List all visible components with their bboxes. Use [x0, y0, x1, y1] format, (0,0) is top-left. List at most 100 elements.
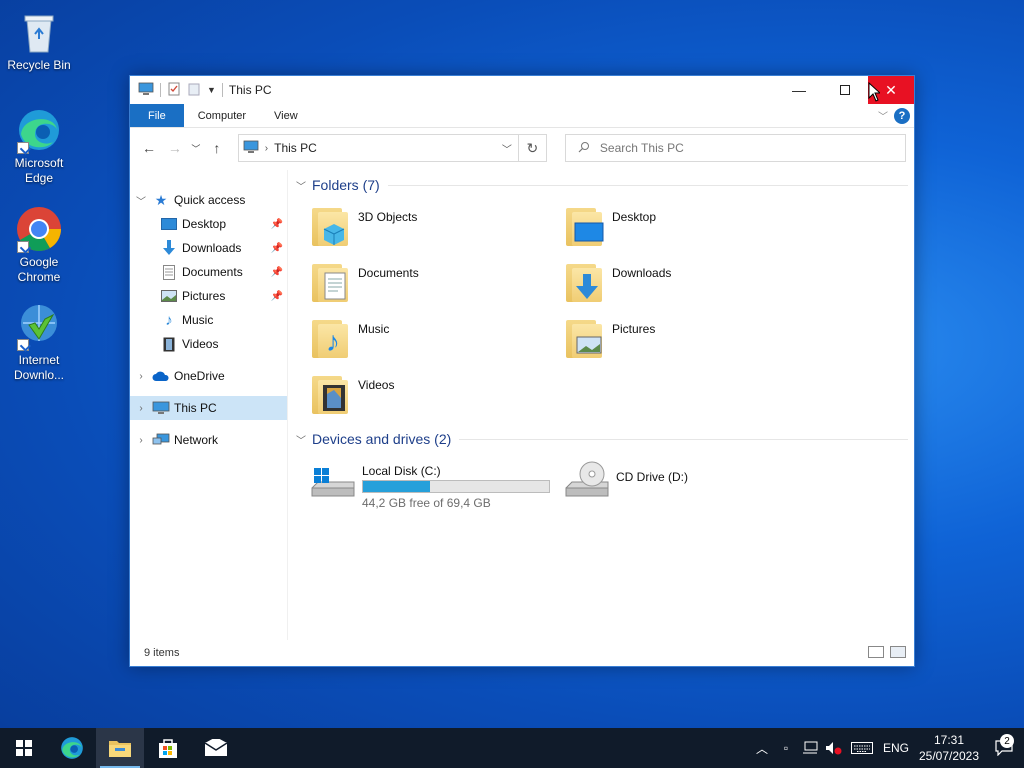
- clock-date: 25/07/2023: [918, 749, 980, 763]
- folder-documents-icon: [310, 260, 350, 304]
- action-center-button[interactable]: 2: [984, 734, 1024, 756]
- pin-icon[interactable]: 📌: [271, 243, 283, 254]
- pin-icon[interactable]: 📌: [271, 267, 283, 278]
- folder-videos[interactable]: Videos: [310, 372, 564, 420]
- language-indicator[interactable]: ENG: [878, 741, 914, 755]
- sidebar-item-videos[interactable]: Videos: [130, 332, 287, 356]
- recycle-bin-icon: [15, 8, 63, 56]
- tab-view[interactable]: View: [260, 104, 312, 127]
- address-bar[interactable]: › This PC ﹀ ↻: [237, 134, 547, 162]
- start-button[interactable]: [0, 728, 48, 768]
- taskbar-mail[interactable]: [192, 728, 240, 768]
- sidebar-item-label: Quick access: [174, 193, 246, 207]
- chevron-right-icon[interactable]: ›: [130, 403, 152, 414]
- drive-cd-d[interactable]: CD Drive (D:): [564, 460, 818, 508]
- tab-file[interactable]: File: [130, 104, 184, 127]
- folder-label: Desktop: [612, 210, 657, 224]
- folder-downloads[interactable]: Downloads: [564, 260, 818, 308]
- desktop-icon-chrome[interactable]: Google Chrome: [4, 205, 74, 285]
- desktop-icon-label: Internet Downlo...: [13, 353, 65, 382]
- taskbar-store[interactable]: [144, 728, 192, 768]
- store-icon: [159, 739, 177, 758]
- windows-logo-icon: [16, 740, 32, 756]
- folder-pictures[interactable]: Pictures: [564, 316, 818, 364]
- folder-3d-objects[interactable]: 3D Objects: [310, 204, 564, 252]
- file-list[interactable]: ﹀ Folders (7) 3D Objects Desktop Documen…: [288, 170, 914, 640]
- sidebar-item-desktop[interactable]: Desktop 📌: [130, 212, 287, 236]
- file-explorer-window[interactable]: ▼ This PC — ✕ File Computer View ﹀ ? ← →…: [129, 75, 915, 667]
- sidebar-item-downloads[interactable]: Downloads 📌: [130, 236, 287, 260]
- properties-icon[interactable]: [167, 82, 181, 99]
- refresh-icon: ↻: [526, 139, 539, 156]
- meet-now-icon[interactable]: ▫: [774, 741, 798, 755]
- title-bar[interactable]: ▼ This PC — ✕: [130, 76, 914, 104]
- new-folder-icon[interactable]: [187, 82, 201, 99]
- refresh-button[interactable]: ↻: [517, 135, 546, 161]
- folder-label: Downloads: [612, 266, 672, 280]
- show-hidden-icons-button[interactable]: ︿: [750, 740, 774, 757]
- recent-locations-button[interactable]: ﹀: [190, 137, 202, 159]
- address-dropdown-icon[interactable]: ﹀: [502, 141, 512, 156]
- pin-icon[interactable]: 📌: [271, 219, 283, 230]
- expand-ribbon-icon[interactable]: ﹀: [878, 108, 888, 123]
- desktop-icon-recycle-bin[interactable]: Recycle Bin: [4, 8, 74, 73]
- minimize-button[interactable]: —: [776, 76, 822, 104]
- chevron-right-icon[interactable]: ›: [265, 143, 268, 154]
- taskbar-edge[interactable]: [48, 728, 96, 768]
- sidebar-item-quick-access[interactable]: ﹀ ★ Quick access: [130, 188, 287, 212]
- sidebar-item-onedrive[interactable]: › OneDrive: [130, 364, 287, 388]
- sidebar-item-label: Pictures: [182, 289, 226, 303]
- back-button[interactable]: ←: [138, 137, 160, 159]
- chevron-down-icon[interactable]: ﹀: [296, 432, 312, 447]
- sidebar-item-music[interactable]: ♪ Music: [130, 308, 287, 332]
- maximize-button[interactable]: [822, 76, 868, 104]
- film-icon: [160, 336, 178, 352]
- desktop-icon-edge[interactable]: Microsoft Edge: [4, 106, 74, 186]
- chevron-right-icon[interactable]: ›: [130, 435, 152, 446]
- keyboard-icon[interactable]: [846, 742, 878, 754]
- drive-usage-fill: [363, 481, 430, 492]
- forward-button[interactable]: →: [164, 137, 186, 159]
- folder-documents[interactable]: Documents: [310, 260, 564, 308]
- details-view-icon[interactable]: [868, 646, 884, 658]
- tab-computer[interactable]: Computer: [184, 104, 260, 127]
- sidebar-item-network[interactable]: › Network: [130, 428, 287, 452]
- network-status-icon[interactable]: [798, 741, 822, 755]
- shortcut-arrow-icon: [17, 142, 29, 154]
- up-button[interactable]: ↑: [206, 137, 228, 159]
- folder-label: Documents: [358, 266, 419, 280]
- sidebar-item-pictures[interactable]: Pictures 📌: [130, 284, 287, 308]
- sidebar-item-this-pc[interactable]: › This PC: [130, 396, 287, 420]
- folders-group-header[interactable]: ﹀ Folders (7): [296, 174, 908, 196]
- folder-videos-icon: [310, 372, 350, 416]
- taskbar-file-explorer[interactable]: [96, 728, 144, 768]
- desktop-icon-idm[interactable]: Internet Downlo...: [4, 303, 74, 383]
- search-box[interactable]: Search This PC: [564, 134, 906, 162]
- desktop-icon-label: Recycle Bin: [7, 58, 71, 72]
- clock[interactable]: 17:31 25/07/2023: [914, 732, 984, 764]
- chevron-down-icon[interactable]: ▼: [207, 85, 216, 95]
- star-icon: ★: [154, 191, 168, 208]
- sidebar-item-documents[interactable]: Documents 📌: [130, 260, 287, 284]
- chevron-down-icon[interactable]: ﹀: [296, 178, 312, 193]
- drives-group-header[interactable]: ﹀ Devices and drives (2): [296, 428, 908, 450]
- close-icon: ✕: [885, 81, 897, 98]
- window-title: This PC: [228, 83, 272, 97]
- folder-music[interactable]: ♪ Music: [310, 316, 564, 364]
- large-icons-view-icon[interactable]: [890, 646, 906, 658]
- volume-muted-icon[interactable]: [822, 741, 846, 755]
- help-icon[interactable]: ?: [894, 108, 910, 124]
- drives-grid: Local Disk (C:) 44,2 GB free of 69,4 GB …: [310, 460, 908, 510]
- pin-icon[interactable]: 📌: [271, 291, 283, 302]
- sidebar-item-label: Music: [182, 313, 214, 327]
- clock-time: 17:31: [933, 733, 965, 747]
- chevron-down-icon[interactable]: ﹀: [130, 193, 152, 208]
- folder-desktop[interactable]: Desktop: [564, 204, 818, 252]
- shortcut-arrow-icon: [17, 339, 29, 351]
- status-bar: 9 items: [130, 640, 914, 666]
- picture-icon: [160, 288, 178, 304]
- address-text: This PC: [274, 141, 317, 155]
- drive-local-disk-c[interactable]: Local Disk (C:) 44,2 GB free of 69,4 GB: [310, 460, 564, 510]
- navigation-pane[interactable]: ﹀ ★ Quick access Desktop 📌 Downloads 📌 D…: [130, 170, 288, 640]
- chevron-right-icon[interactable]: ›: [130, 371, 152, 382]
